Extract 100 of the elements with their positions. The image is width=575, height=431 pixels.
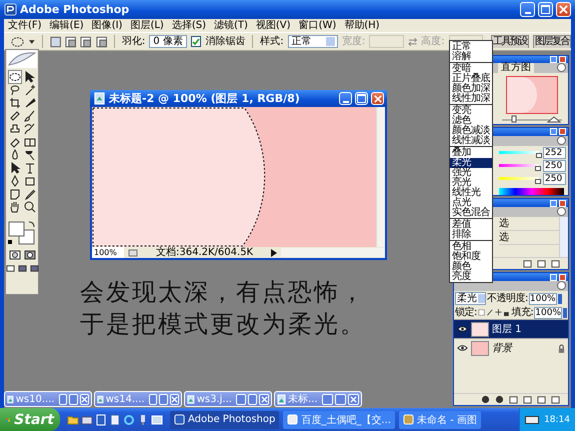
histogram-tab[interactable]: 直方图 xyxy=(498,63,534,73)
menu-item[interactable]: 颜色减淡 xyxy=(450,126,492,136)
selection-mode-icon[interactable] xyxy=(50,36,61,48)
restore-button[interactable] xyxy=(58,394,68,404)
menu-item[interactable]: 色相 xyxy=(450,242,492,252)
selection-mode-icon[interactable] xyxy=(96,36,107,48)
mail-icon[interactable] xyxy=(81,414,93,426)
horizontal-scrollbar[interactable] xyxy=(281,248,385,257)
menu-item[interactable]: 差值 xyxy=(450,220,492,230)
magnifier-icon[interactable] xyxy=(24,201,36,213)
zoom-field[interactable]: 100% xyxy=(92,247,124,258)
menu-item[interactable]: 线性减淡 xyxy=(450,136,492,146)
menu-item[interactable]: 排除 xyxy=(450,230,492,240)
antialias-checkbox[interactable] xyxy=(190,36,202,47)
menu-item[interactable]: 正常 xyxy=(450,42,492,52)
ellipse-tool-icon[interactable] xyxy=(10,36,26,48)
color-swatches-icon[interactable] xyxy=(7,220,37,246)
crop-icon[interactable] xyxy=(8,97,20,109)
close-button[interactable] xyxy=(348,394,359,404)
menu-item[interactable]: 亮光 xyxy=(450,178,492,188)
play-arrow-icon[interactable] xyxy=(271,248,278,256)
palette-tab[interactable]: 工具预设 xyxy=(490,35,529,48)
maximize-button[interactable] xyxy=(159,394,168,404)
close-button[interactable] xyxy=(170,394,179,404)
close-button[interactable] xyxy=(556,2,571,17)
hand-icon[interactable] xyxy=(8,201,20,213)
feather-field[interactable]: 0 像素 xyxy=(149,35,187,48)
fill-field[interactable]: 100% xyxy=(534,306,562,318)
eye-icon[interactable] xyxy=(457,344,468,352)
vertical-scrollbar[interactable] xyxy=(559,217,568,257)
arrow-cursor-icon[interactable] xyxy=(24,71,36,83)
close-button[interactable] xyxy=(559,274,566,280)
menu-item[interactable]: 帮助(H) xyxy=(340,20,384,32)
panel-menu-icon[interactable] xyxy=(557,63,566,72)
ellipse-icon[interactable] xyxy=(8,71,20,83)
restore-button[interactable] xyxy=(322,394,333,404)
eye-icon[interactable] xyxy=(457,325,468,333)
menu-item[interactable]: 滤色 xyxy=(450,116,492,126)
maximize-button[interactable] xyxy=(355,92,368,105)
taskbar-button[interactable]: 百度_土偶吧_【交... xyxy=(283,410,395,428)
color-spectrum[interactable] xyxy=(499,188,564,195)
menu-item[interactable]: 线性光 xyxy=(450,188,492,198)
close-button[interactable] xyxy=(559,56,566,63)
page-icon[interactable] xyxy=(109,414,121,426)
opacity-field[interactable]: 100% xyxy=(528,292,557,304)
lock-options-icon[interactable] xyxy=(478,308,510,317)
minimize-button[interactable] xyxy=(520,2,535,17)
eraser-icon[interactable] xyxy=(8,136,20,148)
color-value-field[interactable]: 250 xyxy=(543,160,566,172)
selection-mode-icon[interactable] xyxy=(80,36,92,48)
quick-mask-icon[interactable] xyxy=(24,249,36,261)
browser-icon[interactable] xyxy=(123,414,135,426)
vertical-scrollbar[interactable] xyxy=(376,107,385,247)
menu-item[interactable]: 亮度 xyxy=(450,272,492,282)
document-icon[interactable] xyxy=(95,414,107,426)
menu-item[interactable]: 变亮 xyxy=(450,106,492,116)
burn-icon[interactable] xyxy=(24,149,36,161)
minimize-button[interactable] xyxy=(550,56,557,63)
maximize-button[interactable] xyxy=(248,394,258,404)
keyboard-icon[interactable] xyxy=(525,416,540,424)
menu-item[interactable]: 选择(S) xyxy=(168,20,210,32)
pen-icon[interactable] xyxy=(8,175,20,187)
stamp-icon[interactable] xyxy=(8,123,20,135)
width-field[interactable] xyxy=(369,35,404,48)
minimize-button[interactable] xyxy=(339,92,352,105)
zoom-slider-icon[interactable] xyxy=(502,115,562,123)
taskbar-button[interactable]: 未命名 - 画图 xyxy=(398,410,481,428)
knife-icon[interactable] xyxy=(24,97,36,109)
minimize-button[interactable] xyxy=(550,274,557,280)
eyedropper-icon[interactable] xyxy=(24,188,36,200)
panel-menu-icon[interactable] xyxy=(557,281,566,290)
lasso-icon[interactable] xyxy=(8,84,20,96)
menu-item[interactable]: 变暗 xyxy=(450,64,492,74)
swap-icon[interactable] xyxy=(408,38,418,46)
window-icon[interactable] xyxy=(151,414,163,426)
maximize-button[interactable] xyxy=(335,394,346,404)
menu-item[interactable]: 颜色加深 xyxy=(450,84,492,94)
minimize-button[interactable] xyxy=(550,128,557,136)
menu-item[interactable]: 叠加 xyxy=(450,148,492,158)
style-dropdown[interactable]: 正常 xyxy=(288,35,338,48)
layer-row[interactable]: 背景 xyxy=(454,338,568,357)
maximize-button[interactable] xyxy=(69,394,78,404)
menu-item[interactable]: 视图(V) xyxy=(252,20,295,32)
type-icon[interactable] xyxy=(24,162,36,174)
selection-mode-icon[interactable] xyxy=(65,36,76,48)
menu-item[interactable]: 线性加深 xyxy=(450,94,492,104)
taskbar-button[interactable]: Adobe Photoshop xyxy=(170,410,280,428)
menu-item[interactable]: 滤镜(T) xyxy=(210,20,252,32)
menu-item[interactable]: 饱和度 xyxy=(450,252,492,262)
wand-icon[interactable] xyxy=(24,84,36,96)
close-button[interactable] xyxy=(80,394,89,404)
history-brush-icon[interactable] xyxy=(24,123,36,135)
color-value-field[interactable]: 250 xyxy=(543,172,566,184)
menu-item[interactable]: 溶解 xyxy=(450,52,492,62)
bandage-icon[interactable] xyxy=(8,110,20,122)
brush-icon[interactable] xyxy=(24,110,36,122)
caret-icon[interactable] xyxy=(29,40,35,44)
blend-mode-dropdown[interactable]: 柔光 xyxy=(455,292,486,305)
rectangle-icon[interactable] xyxy=(24,175,36,187)
menu-item[interactable]: 文件(F) xyxy=(4,20,46,32)
